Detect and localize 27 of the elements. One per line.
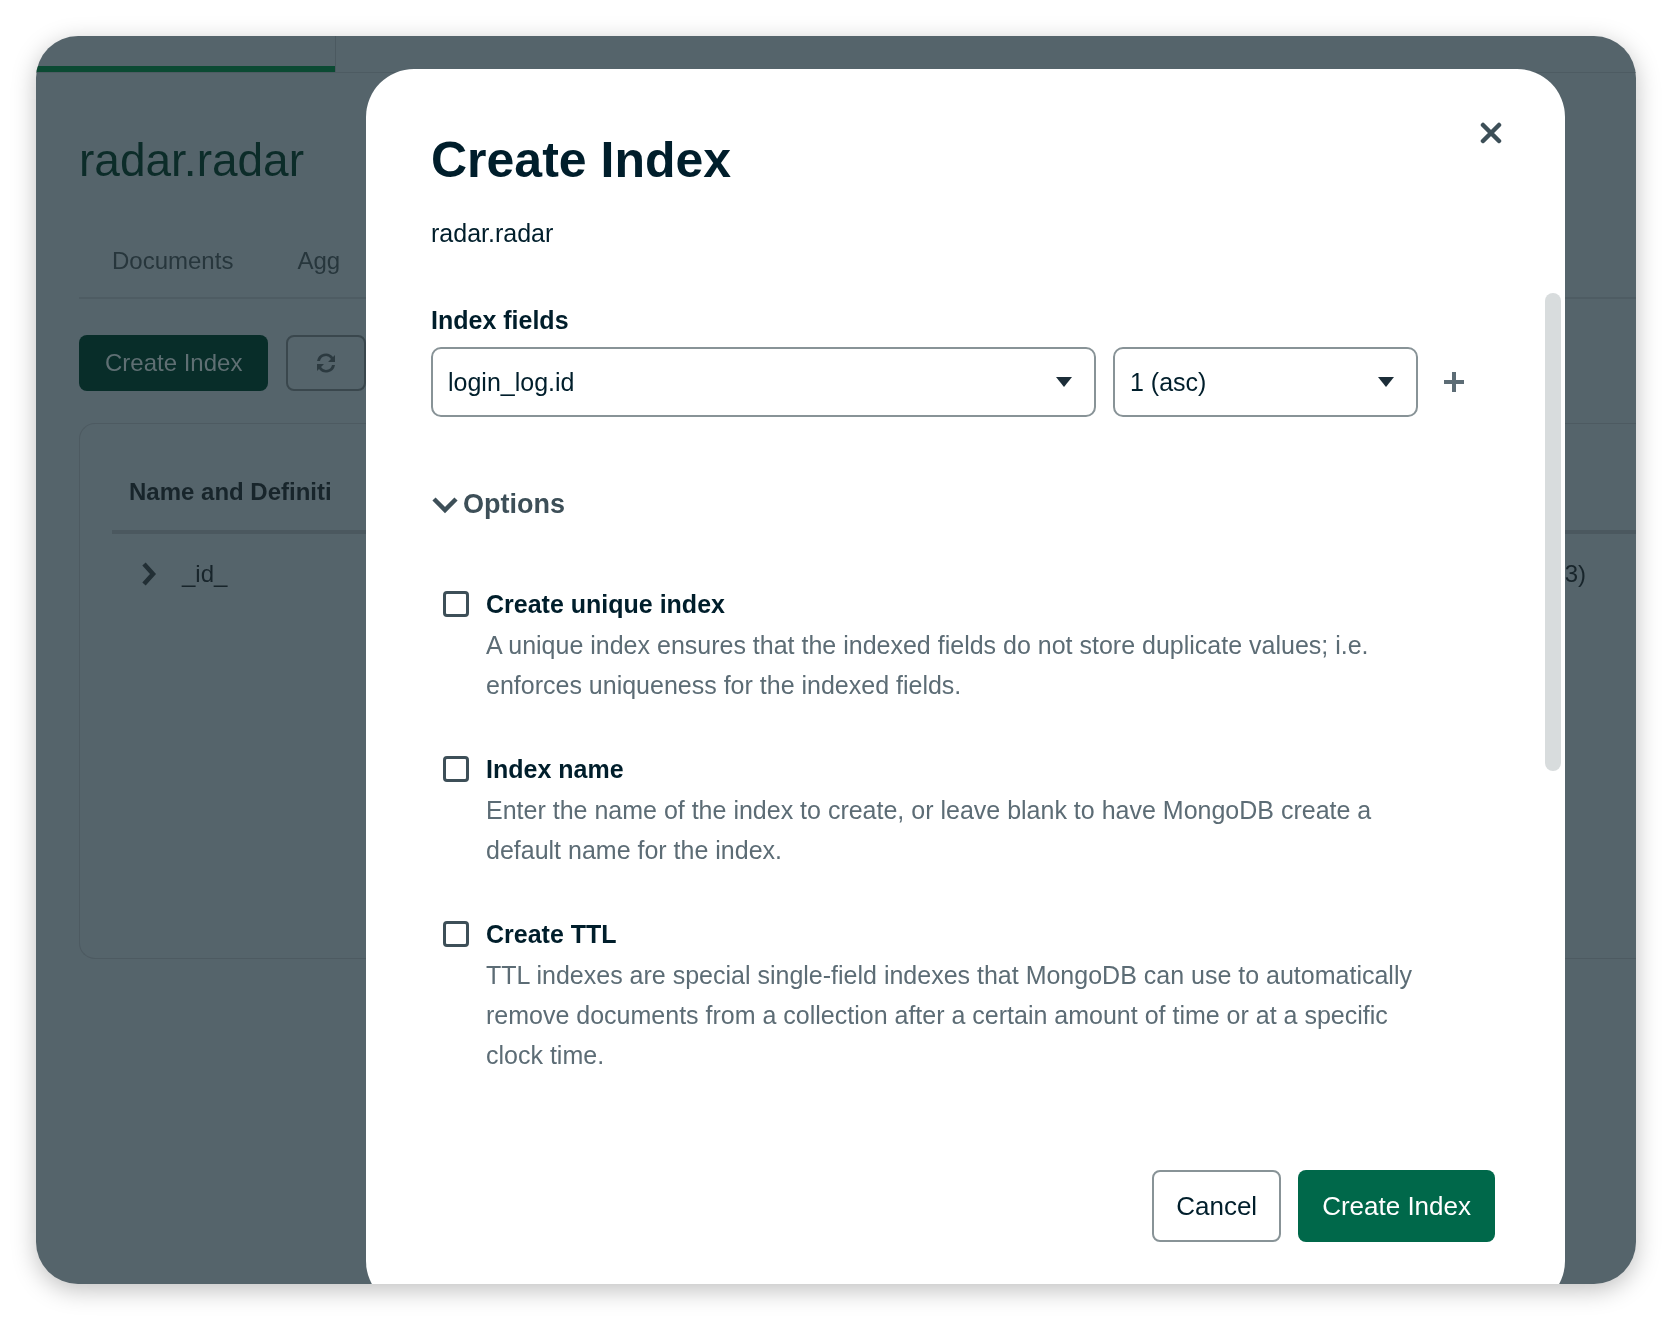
add-icon[interactable]	[1442, 370, 1466, 394]
close-icon[interactable]	[1480, 122, 1502, 144]
column-header: Name and Definiti	[129, 478, 332, 505]
options-toggle[interactable]: Options	[431, 489, 1565, 520]
scrollbar[interactable]	[1545, 293, 1561, 771]
option-label: Create TTL	[486, 920, 618, 949]
collection-title: radar.radar	[79, 133, 304, 187]
checkbox[interactable]	[443, 756, 469, 782]
index-fields-label: Index fields	[431, 306, 570, 335]
chevron-icon	[431, 494, 459, 515]
option-description: A unique index ensures that the indexed fields do not store duplicate values; i.e. enforces uniqueness for the indexed fields.	[486, 630, 1370, 701]
create-index-button[interactable]: Create Index	[1298, 1170, 1495, 1242]
option-description: TTL indexes are special single-field indexes that MongoDB can use to automatically remove documents from a collection after a certain amount of time or at a specific clock time.	[486, 960, 1413, 1071]
option-label: Create unique index	[486, 590, 726, 619]
table-cell: 3)	[1564, 560, 1586, 588]
checkbox[interactable]	[443, 591, 469, 617]
checkbox[interactable]	[443, 921, 469, 947]
caret-icon	[1378, 377, 1394, 387]
namespace-label: radar.radar	[431, 219, 555, 248]
dialog-title: Create Index	[431, 131, 732, 189]
caret-icon	[1056, 377, 1072, 387]
option-description: Enter the name of the index to create, or leave blank to have MongoDB create a default name for the index.	[486, 795, 1373, 866]
option-label: Index name	[486, 755, 625, 784]
direction-select[interactable]: 1 (asc)	[1113, 347, 1418, 417]
index-name: _id_	[182, 560, 228, 588]
field-select[interactable]: login_log.id	[431, 347, 1096, 417]
cancel-button[interactable]: Cancel	[1152, 1170, 1282, 1242]
